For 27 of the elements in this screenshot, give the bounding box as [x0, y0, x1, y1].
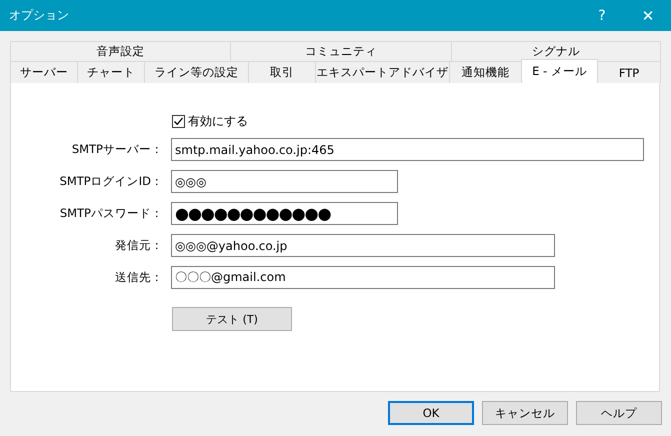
dialog-button[interactable]: ヘルプ	[576, 401, 662, 425]
tab[interactable]: ライン等の設定	[144, 61, 249, 83]
field-label: SMTPパスワード：	[58, 206, 163, 221]
field-label: SMTPログインID：	[58, 174, 163, 189]
tab[interactable]: チャート	[77, 61, 145, 83]
field-label: 送信先：	[114, 270, 163, 285]
dialog-button[interactable]: キャンセル	[482, 401, 568, 425]
field-label: 発信元：	[114, 238, 163, 253]
window-title: オプション	[8, 7, 70, 24]
test-button[interactable]: テスト (T)	[172, 307, 292, 331]
input-field[interactable]: ◎◎◎@yahoo.co.jp	[171, 234, 555, 257]
tab[interactable]: エキスパートアドバイザ	[315, 61, 450, 83]
checkbox[interactable]	[172, 114, 185, 128]
field-label: SMTPサーバー：	[70, 142, 163, 157]
checkbox-label: 有効にする	[188, 112, 248, 130]
tab[interactable]: E - メール	[521, 59, 598, 83]
tab[interactable]: 音声設定	[10, 41, 231, 61]
password-field[interactable]: ●●●●●●●●●●●●	[171, 202, 398, 225]
tab[interactable]: FTP	[597, 61, 661, 83]
input-field[interactable]: 〇〇〇@gmail.com	[171, 266, 555, 289]
tab[interactable]: 取引	[248, 61, 316, 83]
dialog-button[interactable]: OK	[388, 401, 474, 425]
tab[interactable]: サーバー	[10, 61, 78, 83]
tab[interactable]: シグナル	[451, 41, 661, 61]
tab[interactable]: 通知機能	[449, 61, 522, 83]
input-field[interactable]: smtp.mail.yahoo.co.jp:465	[171, 138, 644, 161]
input-field[interactable]: ◎◎◎	[171, 170, 398, 193]
